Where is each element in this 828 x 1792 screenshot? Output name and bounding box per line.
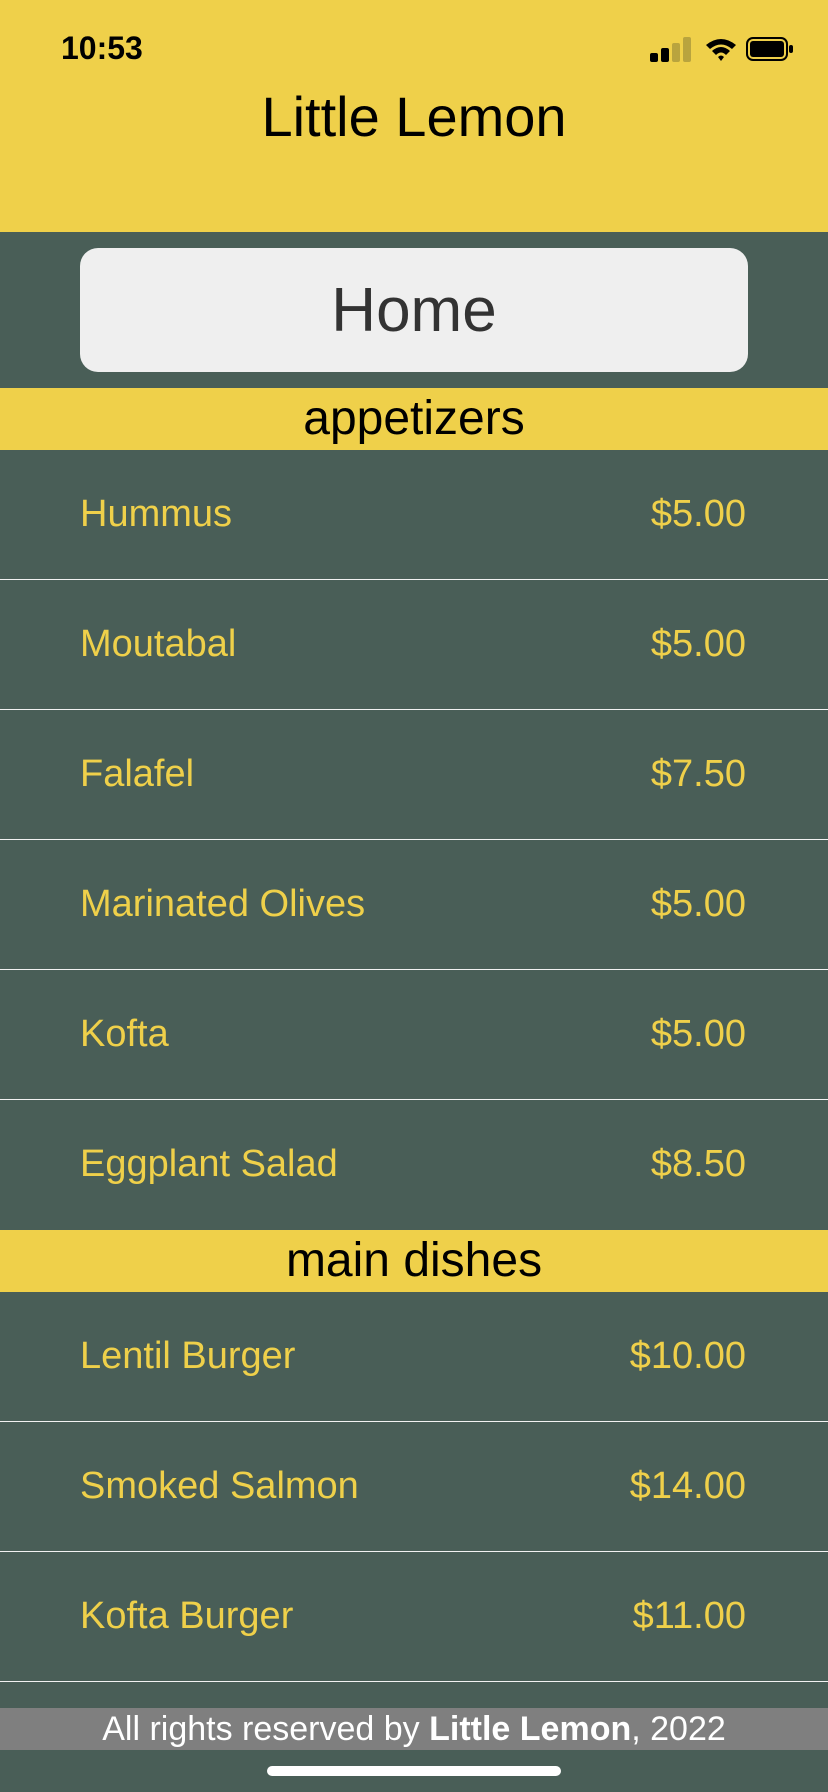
menu-item-name: Lentil Burger: [80, 1335, 296, 1377]
menu-item-price: $5.00: [650, 493, 746, 535]
status-time: 10:53: [61, 30, 143, 66]
menu-item-row[interactable]: Moutabal $5.00: [0, 580, 828, 710]
menu-item-name: Smoked Salmon: [80, 1465, 359, 1507]
footer-brand: Little Lemon: [429, 1710, 632, 1748]
menu-item-name: Kofta: [80, 1013, 169, 1055]
footer-copyright: All rights reserved by Little Lemon, 202…: [0, 1708, 828, 1750]
status-icons: [644, 36, 794, 62]
menu-item-price: $5.00: [650, 1013, 746, 1055]
section-header-appetizers: appetizers: [0, 388, 828, 450]
menu-item-row[interactable]: Marinated Olives $5.00: [0, 840, 828, 970]
menu-item-price: $5.00: [650, 883, 746, 925]
menu-item-row[interactable]: Falafel $7.50: [0, 710, 828, 840]
menu-item-row[interactable]: Eggplant Salad $8.50: [0, 1100, 828, 1230]
home-button[interactable]: Home: [80, 248, 748, 372]
menu-item-price: $7.50: [650, 753, 746, 795]
footer-prefix: All rights reserved by: [102, 1710, 430, 1748]
cellular-signal-icon: [650, 36, 691, 62]
menu-item-name: Moutabal: [80, 623, 237, 665]
menu-item-row[interactable]: Kofta $5.00: [0, 970, 828, 1100]
menu-item-price: $11.00: [632, 1595, 746, 1637]
menu-item-name: Hummus: [80, 493, 233, 535]
menu-item-name: Eggplant Salad: [80, 1143, 338, 1185]
menu-item-row[interactable]: Smoked Salmon $14.00: [0, 1422, 828, 1552]
menu-item-name: Falafel: [80, 753, 195, 795]
app-header: 10:53 Little Lemon: [0, 0, 828, 232]
menu-item-row[interactable]: Kofta Burger $11.00: [0, 1552, 828, 1682]
menu-item-price: $14.00: [629, 1465, 746, 1507]
menu-item-name: Marinated Olives: [80, 883, 366, 925]
app-title: Little Lemon: [261, 85, 567, 148]
menu-item-price: $10.00: [629, 1335, 746, 1377]
battery-icon: [746, 37, 794, 61]
home-indicator[interactable]: [267, 1766, 561, 1776]
section-header-main-dishes: main dishes: [0, 1230, 828, 1292]
menu-item-row[interactable]: Hummus $5.00: [0, 450, 828, 580]
footer-suffix: , 2022: [631, 1710, 726, 1748]
menu-item-row[interactable]: Lentil Burger $10.00: [0, 1292, 828, 1422]
wifi-icon: [704, 36, 738, 62]
menu-item-name: Kofta Burger: [80, 1595, 294, 1637]
menu-item-price: $5.00: [650, 623, 746, 665]
menu-item-price: $8.50: [650, 1143, 746, 1185]
